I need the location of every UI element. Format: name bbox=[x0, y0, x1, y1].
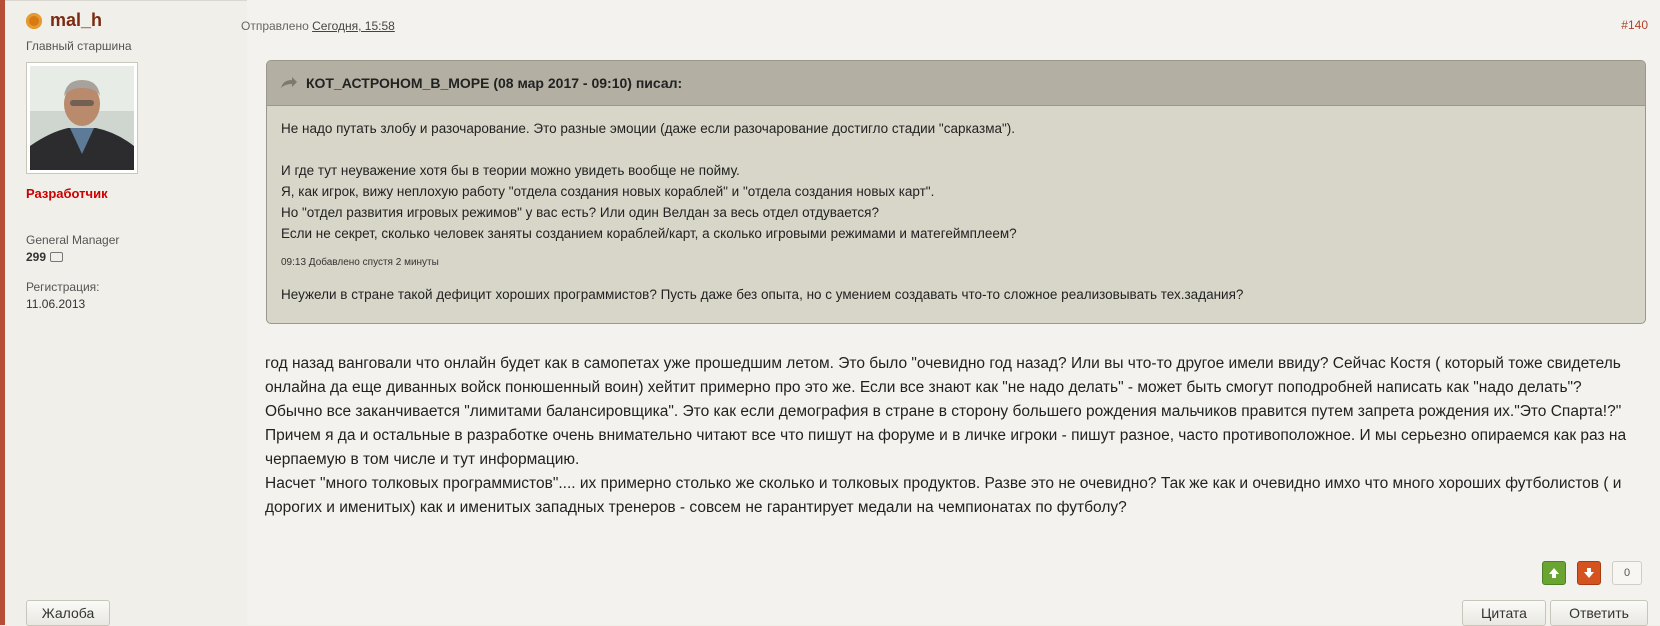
online-status-icon bbox=[26, 12, 42, 29]
speech-bubble-icon bbox=[50, 252, 64, 262]
post-date: Отправлено Сегодня, 15:58 bbox=[241, 19, 395, 33]
quote-line: Но "отдел развития игровых режимов" у ва… bbox=[281, 205, 879, 220]
avatar-image bbox=[30, 66, 134, 170]
quote-header: КОТ_АСТРОНОМ_В_МОРЕ (08 мар 2017 - 09:10… bbox=[267, 61, 1645, 106]
author-rank: Главный старшина bbox=[26, 39, 132, 53]
quote-button[interactable]: Цитата bbox=[1462, 600, 1546, 626]
post-paragraph: Причем я да и остальные в разработке оче… bbox=[265, 427, 1627, 468]
quote-line: Я, как игрок, вижу неплохую работу "отде… bbox=[281, 184, 935, 199]
post-body: год назад ванговали что онлайн будет как… bbox=[265, 352, 1630, 520]
post-paragraph: Насчет "много толковых программистов"...… bbox=[265, 475, 1622, 516]
author-position: General Manager bbox=[26, 233, 120, 247]
reply-button[interactable]: Ответить bbox=[1550, 600, 1648, 626]
post-number-link[interactable]: #140 bbox=[1621, 18, 1648, 32]
quote-line: И где тут неуважение хотя бы в теории мо… bbox=[281, 163, 740, 178]
avatar[interactable] bbox=[26, 62, 138, 174]
author-name-row[interactable]: mal_h bbox=[26, 10, 226, 31]
registration-date: 11.06.2013 bbox=[26, 297, 86, 311]
vote-up-button[interactable] bbox=[1542, 561, 1566, 585]
quote-line: Не надо путать злобу и разочарование. Эт… bbox=[281, 121, 1016, 136]
quote-block: КОТ_АСТРОНОМ_В_МОРЕ (08 мар 2017 - 09:10… bbox=[266, 60, 1646, 324]
post-date-link[interactable]: Сегодня, 15:58 bbox=[312, 19, 395, 33]
vote-down-button[interactable] bbox=[1577, 561, 1601, 585]
quote-arrow-icon[interactable] bbox=[280, 76, 298, 90]
author-role: Разработчик bbox=[26, 186, 108, 201]
post-paragraph: год назад ванговали что онлайн будет как… bbox=[265, 355, 1622, 420]
added-time-note: 09:13 Добавлено спустя 2 минуты bbox=[281, 257, 439, 268]
quote-line: Неужели в стране такой дефицит хороших п… bbox=[281, 287, 1244, 302]
registration-label: Регистрация: bbox=[26, 280, 100, 294]
left-accent-stripe bbox=[0, 0, 5, 625]
message-count-value: 299 bbox=[26, 250, 47, 264]
quote-line: Если не секрет, сколько человек заняты с… bbox=[281, 226, 1017, 241]
arrow-up-icon bbox=[1549, 568, 1559, 578]
post-date-prefix: Отправлено bbox=[241, 19, 309, 33]
vote-controls: 0 bbox=[1542, 561, 1642, 585]
vote-count: 0 bbox=[1612, 561, 1642, 585]
quote-author: КОТ_АСТРОНОМ_В_МОРЕ (08 мар 2017 - 09:10… bbox=[306, 75, 683, 91]
quote-body: Не надо путать злобу и разочарование. Эт… bbox=[267, 106, 1645, 317]
arrow-down-icon bbox=[1584, 568, 1594, 578]
report-button[interactable]: Жалоба bbox=[26, 600, 110, 626]
author-panel: mal_h Главный старшина Разработчик Gener… bbox=[26, 10, 226, 311]
author-name[interactable]: mal_h bbox=[50, 10, 102, 31]
message-count[interactable]: 299 bbox=[26, 250, 226, 264]
